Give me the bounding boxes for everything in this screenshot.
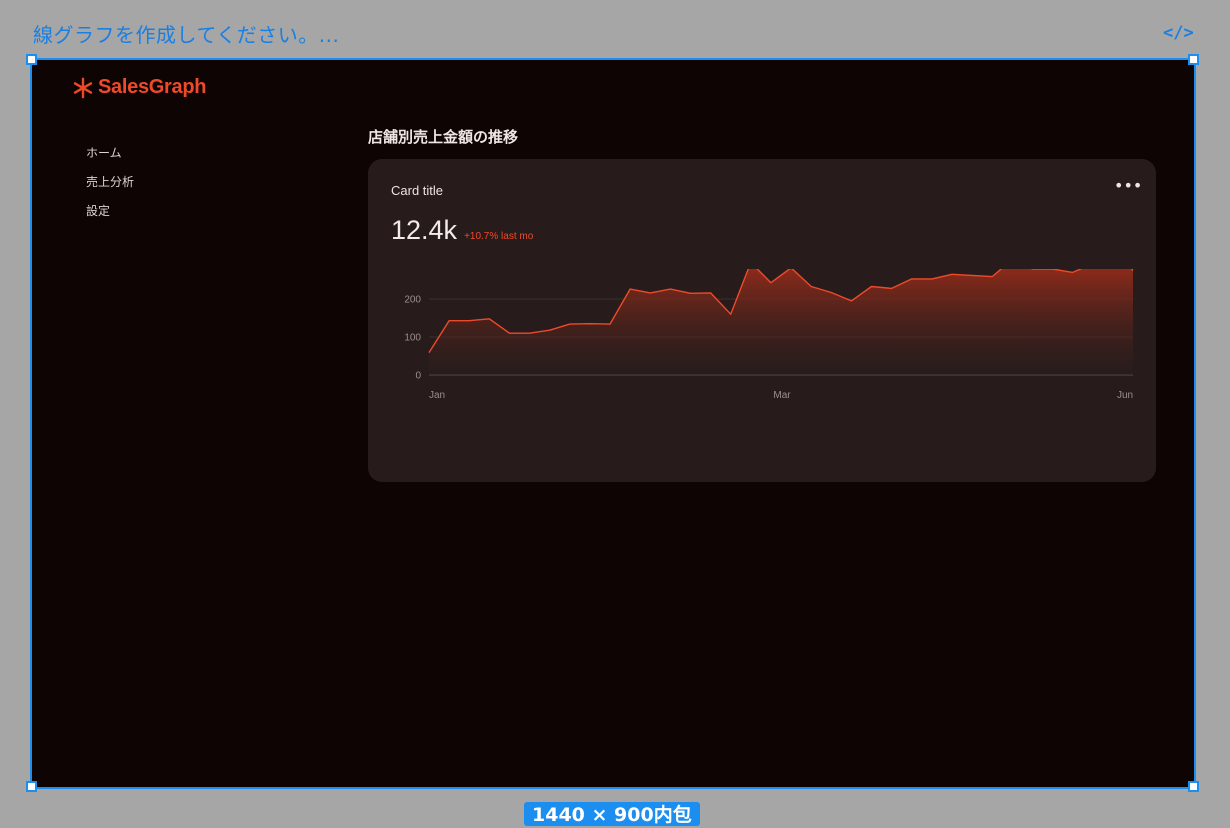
y-tick-label: 100 xyxy=(404,333,421,344)
code-view-icon[interactable]: </> xyxy=(1163,22,1193,44)
x-tick-label: Jun xyxy=(1117,390,1133,401)
resize-handle-top-right[interactable] xyxy=(1188,54,1199,65)
metric-summary: 12.4k +10.7% last mo xyxy=(391,215,533,246)
card-title: Card title xyxy=(391,183,443,198)
x-tick-label: Jan xyxy=(429,390,445,401)
artboard-frame[interactable]: SalesGraph ホーム 売上分析 設定 店舗別売上金額の推移 Card t… xyxy=(32,60,1194,787)
series-area xyxy=(429,269,1133,375)
y-tick-label: 200 xyxy=(404,295,421,306)
x-tick-label: Mar xyxy=(773,390,791,401)
resize-handle-top-left[interactable] xyxy=(26,54,37,65)
sales-area-chart: 0100200300400JanMarJun xyxy=(368,269,1156,469)
frame-size-badge: 1440 × 900内包 xyxy=(524,802,700,826)
sidebar-nav: ホーム 売上分析 設定 xyxy=(86,144,134,231)
metric-value: 12.4k xyxy=(391,215,457,246)
page-title: 店舗別売上金額の推移 xyxy=(368,126,518,147)
asterisk-logo-icon xyxy=(72,77,94,99)
y-tick-label: 0 xyxy=(415,371,421,382)
sidebar-item-settings[interactable]: 設定 xyxy=(86,202,134,231)
prompt-text[interactable]: 線グラフを作成してください。... xyxy=(33,19,339,48)
sidebar-item-home[interactable]: ホーム xyxy=(86,144,134,173)
more-horizontal-icon[interactable]: ••• xyxy=(1114,179,1134,195)
app-logo[interactable]: SalesGraph xyxy=(72,76,206,99)
metric-delta: +10.7% last mo xyxy=(464,231,533,242)
resize-handle-bottom-left[interactable] xyxy=(26,781,37,792)
chart-card: Card title ••• 12.4k +10.7% last mo 0 100… xyxy=(368,159,1156,482)
sidebar-item-sales-analysis[interactable]: 売上分析 xyxy=(86,173,134,202)
app-logo-text: SalesGraph xyxy=(98,76,206,99)
resize-handle-bottom-right[interactable] xyxy=(1188,781,1199,792)
